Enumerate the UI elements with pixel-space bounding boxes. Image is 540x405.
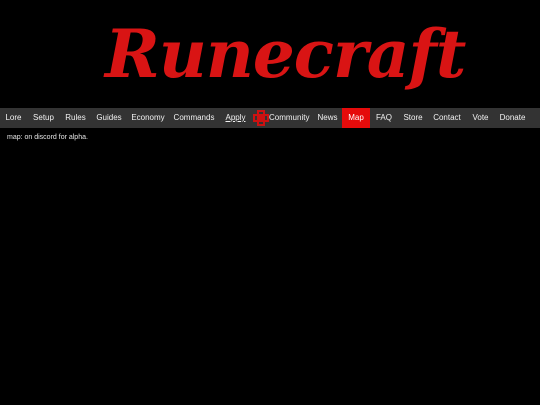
page-content: map: on discord for alpha. bbox=[7, 134, 88, 141]
logo-text: Runecraft bbox=[105, 15, 466, 93]
nav-item-label: Lore bbox=[5, 113, 22, 122]
nav-item-label: Apply bbox=[225, 113, 246, 122]
nav-item-lore[interactable]: Lore bbox=[0, 108, 27, 128]
nav-item-commands[interactable]: Commands bbox=[169, 108, 219, 128]
nav-item-vote[interactable]: Vote bbox=[466, 108, 495, 128]
nav-item-label: Contact bbox=[433, 113, 461, 122]
nav-item-guides[interactable]: Guides bbox=[91, 108, 127, 128]
nav-item-label: Rules bbox=[65, 113, 86, 122]
nav-item-label: Setup bbox=[33, 113, 54, 122]
community-knot-icon bbox=[253, 110, 269, 126]
nav-item-economy[interactable]: Economy bbox=[127, 108, 169, 128]
nav-item-label: Vote bbox=[472, 113, 489, 122]
nav-item-faq[interactable]: FAQ bbox=[370, 108, 398, 128]
site-logo[interactable]: Runecraft bbox=[105, 8, 466, 100]
site-header: Runecraft bbox=[0, 0, 540, 108]
nav-item-donate[interactable]: Donate bbox=[495, 108, 530, 128]
nav-item-label: Donate bbox=[499, 113, 526, 122]
nav-item-map[interactable]: Map bbox=[342, 108, 370, 128]
nav-item-label: Store bbox=[403, 113, 423, 122]
nav-item-label: Economy bbox=[131, 113, 165, 122]
nav-item-news[interactable]: News bbox=[313, 108, 342, 128]
nav-item-label: News bbox=[317, 113, 338, 122]
nav-item-label: Guides bbox=[96, 113, 122, 122]
nav-item-store[interactable]: Store bbox=[398, 108, 428, 128]
nav-item-rules[interactable]: Rules bbox=[60, 108, 91, 128]
nav-item-contact[interactable]: Contact bbox=[428, 108, 466, 128]
nav-item-label: Commands bbox=[173, 113, 215, 122]
nav-item-label: Map bbox=[348, 113, 364, 122]
nav-item-label: Community bbox=[269, 113, 310, 122]
nav-item-apply[interactable]: Apply bbox=[219, 108, 252, 128]
nav-item-label: FAQ bbox=[375, 113, 392, 122]
main-nav: Lore Setup Rules Guides Economy Commands… bbox=[0, 108, 540, 128]
nav-item-community[interactable]: Community bbox=[252, 108, 313, 128]
nav-item-setup[interactable]: Setup bbox=[27, 108, 60, 128]
